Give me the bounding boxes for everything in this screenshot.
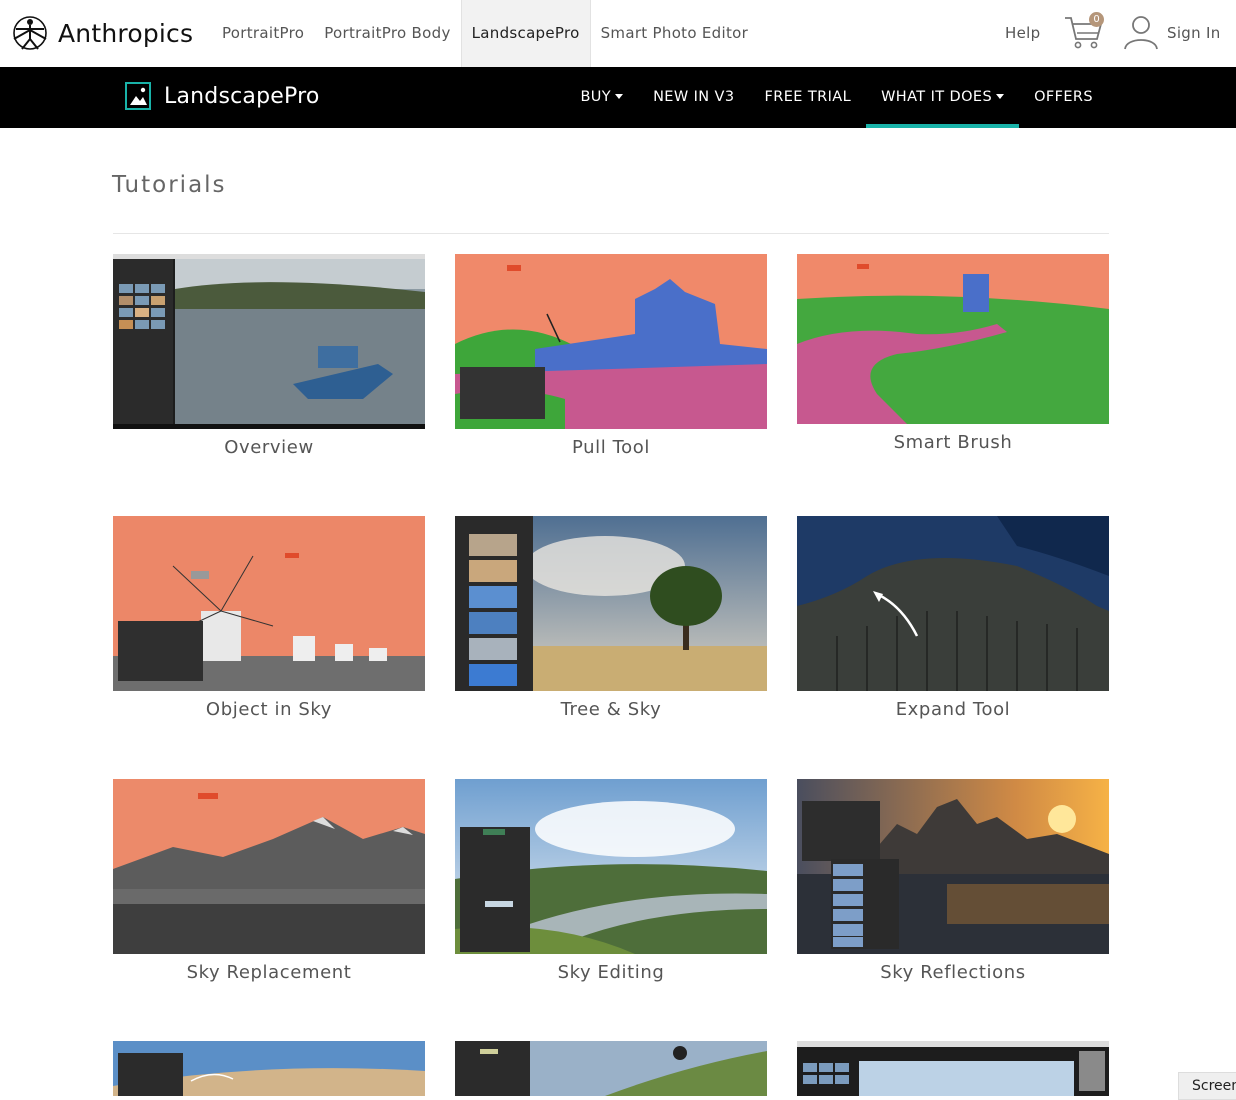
nav-items: BUY NEW IN V3 FREE TRIAL WHAT IT DOES OF… [565, 67, 1108, 128]
tutorial-thumbnail[interactable] [797, 254, 1109, 424]
cart-button[interactable]: 0 [1063, 12, 1105, 52]
product-links: PortraitPro PortraitPro Body LandscapePr… [212, 0, 758, 67]
vitruvian-logo-icon [13, 16, 47, 50]
nav-new-in-v3[interactable]: NEW IN V3 [638, 67, 749, 128]
tutorial-thumbnail[interactable] [113, 254, 425, 429]
caret-down-icon [996, 94, 1005, 99]
tutorial-title[interactable]: Overview [113, 437, 425, 458]
nav-new-label: NEW IN V3 [653, 89, 735, 105]
tutorial-thumbnail[interactable] [455, 1041, 767, 1096]
tutorial-thumbnail[interactable] [455, 254, 767, 429]
landscapepro-logo[interactable]: LandscapePro [124, 81, 320, 111]
help-link[interactable]: Help [1005, 0, 1040, 67]
nav-trial-label: FREE TRIAL [764, 89, 852, 105]
rock-cliff-image [797, 516, 1109, 691]
tutorial-title[interactable]: Smart Brush [797, 432, 1109, 453]
tutorial-card-expand-tool[interactable]: Expand Tool [797, 516, 1109, 720]
brand-name: Anthropics [58, 18, 194, 48]
tutorial-card-pull-tool[interactable]: Pull Tool [455, 254, 767, 458]
nav-buy[interactable]: BUY [565, 67, 638, 128]
tutorial-title[interactable]: Pull Tool [455, 437, 767, 458]
page-title: Tutorials [112, 172, 227, 198]
top-bar: Anthropics PortraitPro PortraitPro Body … [0, 0, 1236, 67]
nav-offers-label: OFFERS [1034, 89, 1093, 105]
user-icon[interactable] [1122, 13, 1160, 51]
tutorial-title[interactable]: Sky Reflections [797, 962, 1109, 983]
river-valley-image [455, 779, 767, 954]
tutorial-thumbnail[interactable] [113, 1041, 425, 1096]
toplink-portraitpro-body[interactable]: PortraitPro Body [314, 0, 460, 67]
app-window-image [797, 1041, 1109, 1096]
slope-sky-image [455, 1041, 767, 1096]
tutorial-title[interactable]: Sky Replacement [113, 962, 425, 983]
sign-in-link[interactable]: Sign In [1167, 0, 1221, 67]
tutorial-card-partial[interactable] [455, 1041, 767, 1096]
nav-free-trial[interactable]: FREE TRIAL [750, 67, 867, 128]
nav-what-it-does[interactable]: WHAT IT DOES [866, 67, 1020, 128]
tutorial-thumbnail[interactable] [797, 779, 1109, 954]
tutorial-thumbnail[interactable] [113, 516, 425, 691]
tutorial-card-overview[interactable]: Overview [113, 254, 425, 458]
tutorial-thumbnail[interactable] [113, 779, 425, 954]
tutorial-title[interactable]: Tree & Sky [455, 699, 767, 720]
nav-offers[interactable]: OFFERS [1019, 67, 1108, 128]
tutorial-thumbnail[interactable] [455, 516, 767, 691]
tutorial-card-smart-brush[interactable]: Smart Brush [797, 254, 1109, 453]
tutorial-card-sky-editing[interactable]: Sky Editing [455, 779, 767, 983]
tower-path-image [797, 254, 1109, 424]
tutorial-thumbnail[interactable] [455, 779, 767, 954]
caret-down-icon [615, 94, 624, 99]
landscape-logo-icon [125, 82, 151, 110]
tutorial-title[interactable]: Object in Sky [113, 699, 425, 720]
divider [113, 233, 1109, 234]
tree-sky-image [455, 516, 767, 691]
cart-count-badge: 0 [1089, 12, 1104, 27]
tutorial-thumbnail[interactable] [797, 516, 1109, 691]
tutorial-card-partial[interactable] [797, 1041, 1109, 1096]
nav-what-label: WHAT IT DOES [881, 89, 993, 105]
hillside-image [113, 1041, 425, 1096]
product-name: LandscapePro [164, 83, 320, 109]
tutorial-card-sky-reflections[interactable]: Sky Reflections [797, 779, 1109, 983]
tutorial-card-partial[interactable] [113, 1041, 425, 1096]
tutorial-title[interactable]: Sky Editing [455, 962, 767, 983]
mountain-masked-image [113, 779, 425, 954]
windmill-image [113, 516, 425, 691]
castle-masked-image [455, 254, 767, 429]
sunset-lake-image [797, 779, 1109, 954]
tutorial-card-sky-replacement[interactable]: Sky Replacement [113, 779, 425, 983]
tutorial-title[interactable]: Expand Tool [797, 699, 1109, 720]
tutorial-card-object-in-sky[interactable]: Object in Sky [113, 516, 425, 720]
tutorial-card-tree-sky[interactable]: Tree & Sky [455, 516, 767, 720]
nav-buy-label: BUY [580, 89, 612, 105]
anthropics-logo[interactable]: Anthropics [8, 12, 193, 54]
toplink-portraitpro[interactable]: PortraitPro [212, 0, 314, 67]
product-navbar: LandscapePro BUY NEW IN V3 FREE TRIAL WH… [0, 67, 1236, 128]
boat-lake-image [113, 254, 425, 429]
toplink-landscapepro[interactable]: LandscapePro [460, 0, 591, 67]
toplink-smart-photo-editor[interactable]: Smart Photo Editor [591, 0, 759, 67]
tutorial-thumbnail[interactable] [797, 1041, 1109, 1096]
